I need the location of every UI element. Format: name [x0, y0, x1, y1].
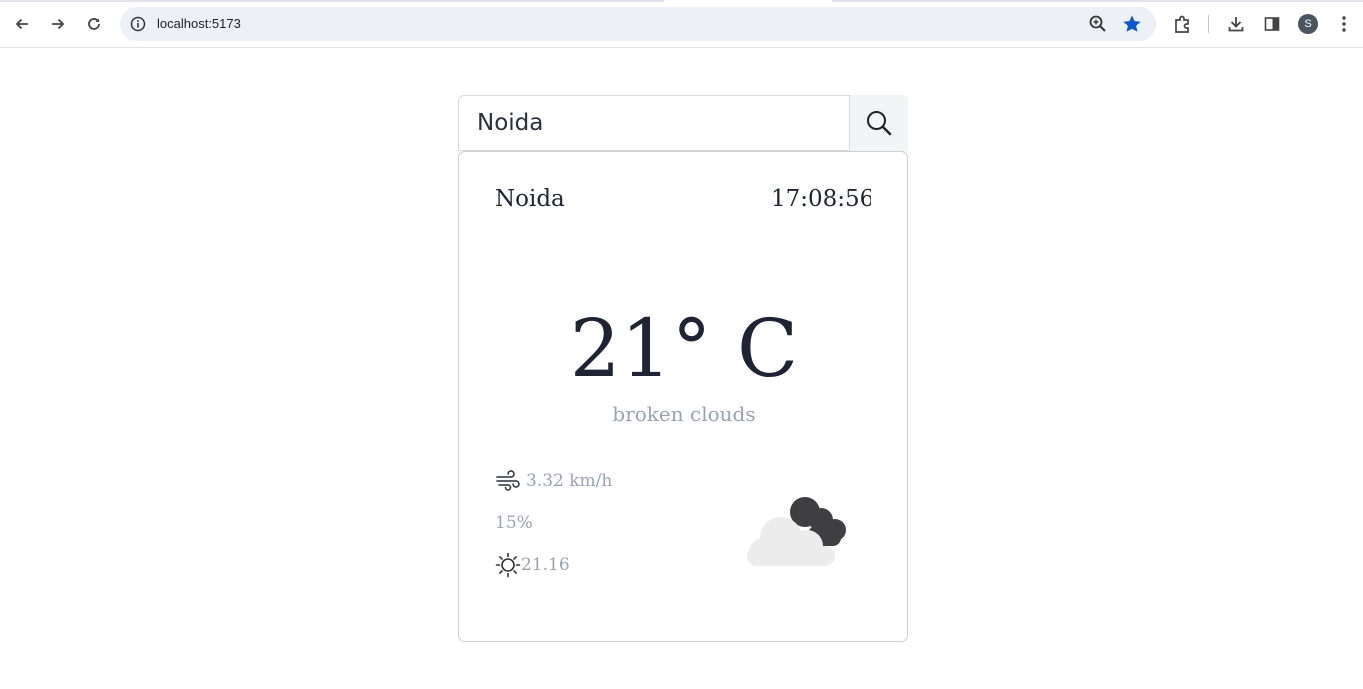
wind-value: 3.32 km/h — [526, 471, 613, 491]
back-icon — [15, 18, 28, 30]
city-search-input[interactable] — [458, 95, 850, 151]
tab-strip-edge — [0, 0, 1363, 2]
search-bar — [458, 95, 908, 151]
forward-icon — [52, 18, 65, 30]
download-icon — [1228, 17, 1244, 32]
browser-toolbar: localhost:5173 S — [0, 0, 1363, 48]
zoom-button[interactable] — [1088, 14, 1108, 34]
wind-speed: 3.32 km/h — [495, 468, 612, 494]
toolbar-separator — [1208, 15, 1209, 33]
feels-like: 21.16 — [495, 552, 570, 578]
sidepanel-icon — [1264, 17, 1280, 31]
wind-icon — [495, 468, 521, 494]
weather-card: Noida 17:08:56( 21° C broken clouds 3.32… — [458, 151, 908, 642]
local-time: 17:08:56( — [771, 186, 871, 212]
humidity-value: 15% — [495, 513, 533, 533]
downloads-button[interactable] — [1225, 13, 1247, 35]
url-text[interactable]: localhost:5173 — [157, 16, 241, 31]
broken-clouds-icon — [741, 490, 853, 570]
extensions-icon — [1175, 15, 1189, 33]
more-icon — [1342, 16, 1346, 32]
feels-value: 21.16 — [521, 555, 570, 575]
site-info-button[interactable] — [129, 15, 147, 33]
temperature: 21° C — [569, 302, 799, 395]
reload-button[interactable] — [80, 10, 108, 38]
reload-icon — [88, 18, 100, 30]
address-bar[interactable]: localhost:5173 — [120, 7, 1156, 41]
search-icon — [867, 111, 892, 136]
more-menu-button[interactable] — [1333, 13, 1355, 35]
search-button[interactable] — [850, 95, 908, 151]
back-button[interactable] — [8, 10, 36, 38]
extensions-button[interactable] — [1171, 13, 1193, 35]
zoom-icon — [1089, 15, 1106, 32]
sun-icon — [495, 552, 521, 578]
star-icon — [1123, 15, 1141, 32]
humidity: 15% — [495, 510, 533, 536]
forward-button[interactable] — [44, 10, 72, 38]
info-icon — [130, 16, 146, 32]
city-name: Noida — [495, 186, 565, 212]
bookmark-button[interactable] — [1121, 13, 1143, 35]
profile-avatar[interactable]: S — [1298, 14, 1318, 34]
weather-description: broken clouds — [612, 402, 756, 426]
side-panel-button[interactable] — [1261, 13, 1283, 35]
